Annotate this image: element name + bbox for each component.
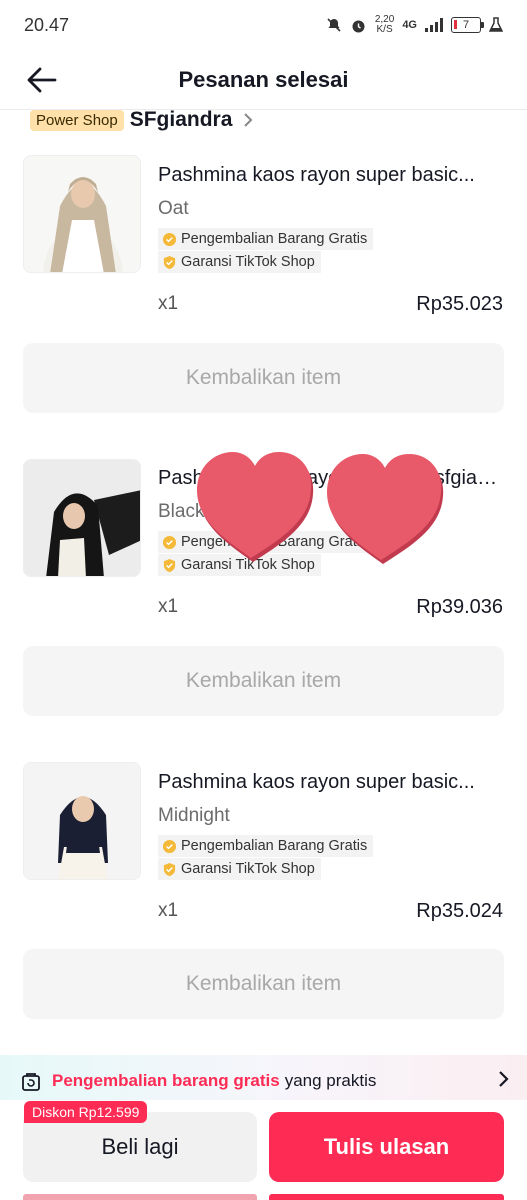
product-title[interactable]: Pashmina kaos rayon super basic... [158, 164, 503, 187]
coin-icon [162, 535, 177, 549]
product-variant: Oat [158, 198, 189, 219]
return-item-button[interactable]: Kembalikan item [23, 343, 504, 413]
product-title[interactable]: Pashmina kaos rayon super basic... [158, 771, 503, 794]
free-return-tag: Pengembalian Barang Gratis [158, 228, 374, 250]
product-image[interactable] [23, 155, 141, 273]
status-time: 20.47 [24, 14, 70, 35]
page-title: Pesanan selesai [178, 66, 349, 92]
alarm-icon [352, 20, 365, 32]
next-item-edge [269, 1194, 504, 1200]
shield-icon [163, 255, 176, 269]
discount-badge: Diskon Rp12.599 [24, 1101, 148, 1123]
product-image[interactable] [23, 459, 141, 577]
free-return-tag: Pengembalian Barang Gratis [158, 835, 374, 857]
promo-text: yang praktis [284, 1071, 377, 1090]
promo-highlight: Pengembalian barang gratis [52, 1071, 280, 1090]
product-image[interactable] [23, 762, 141, 880]
write-review-button[interactable]: Tulis ulasan [269, 1112, 504, 1182]
battery-icon: 7 [451, 17, 484, 33]
back-button[interactable] [20, 58, 64, 102]
power-shop-badge: Power Shop [30, 109, 124, 131]
product-price: Rp35.023 [416, 293, 503, 315]
guarantee-tag: Garansi TikTok Shop [158, 251, 321, 273]
shop-row[interactable]: Power Shop SFgiandra [30, 106, 254, 134]
status-bar: 20.47 2,20 K/S 4G 7 [0, 0, 527, 50]
chevron-right-icon [499, 1071, 509, 1087]
flask-icon [489, 17, 503, 32]
coin-icon [162, 232, 177, 246]
signal-icon [425, 18, 443, 32]
guarantee-tag: Garansi TikTok Shop [158, 858, 321, 880]
network-label: 4G [402, 19, 417, 31]
next-item-edge [23, 1194, 257, 1200]
arrow-left-icon [27, 67, 57, 93]
product-title[interactable]: Pashmina kaos rayon basic by sfgiandra [158, 467, 503, 490]
shield-icon [163, 862, 176, 876]
return-item-button[interactable]: Kembalikan item [23, 646, 504, 716]
product-price: Rp35.024 [416, 900, 503, 922]
return-box-icon [22, 1073, 40, 1091]
product-price: Rp39.036 [416, 596, 503, 618]
chevron-right-icon [244, 113, 253, 127]
product-qty: x1 [158, 293, 179, 314]
product-qty: x1 [158, 900, 179, 921]
mute-icon [327, 18, 341, 32]
status-icons: 2,20 K/S 4G 7 [326, 15, 503, 35]
product-variant: Black [158, 501, 205, 522]
guarantee-tag: Garansi TikTok Shop [158, 554, 321, 576]
nav-header: Pesanan selesai [0, 50, 527, 110]
coin-icon [162, 839, 177, 853]
free-return-tag: Pengembalian Barang Gratis [158, 531, 374, 553]
product-qty: x1 [158, 596, 179, 617]
return-item-button[interactable]: Kembalikan item [23, 949, 504, 1019]
shield-icon [163, 558, 176, 572]
net-speed: 2,20 K/S [374, 14, 395, 35]
shop-name: SFgiandra [129, 108, 233, 131]
product-variant: Midnight [158, 805, 230, 826]
